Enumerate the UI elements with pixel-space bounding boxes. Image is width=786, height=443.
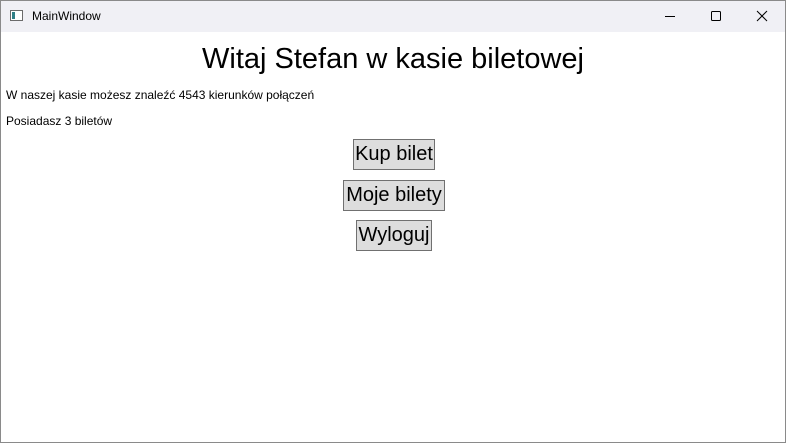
- title-bar[interactable]: MainWindow: [1, 1, 785, 32]
- tickets-info-text: Posiadasz 3 biletów: [6, 114, 113, 128]
- buy-ticket-button[interactable]: Kup bilet: [353, 139, 435, 170]
- minimize-button[interactable]: [647, 1, 693, 32]
- maximize-icon: [711, 11, 721, 21]
- logout-button[interactable]: Wyloguj: [356, 220, 432, 251]
- close-button[interactable]: [739, 1, 785, 32]
- content-area: Witaj Stefan w kasie biletowej W naszej …: [1, 32, 785, 442]
- main-window: MainWindow Witaj Stefan w kasie biletowe…: [0, 0, 786, 443]
- minimize-icon: [665, 16, 675, 17]
- close-icon: [756, 10, 768, 22]
- welcome-heading: Witaj Stefan w kasie biletowej: [202, 43, 584, 75]
- my-tickets-button[interactable]: Moje bilety: [343, 180, 445, 211]
- window-title: MainWindow: [32, 9, 101, 23]
- app-window-icon: [10, 10, 23, 21]
- maximize-button[interactable]: [693, 1, 739, 32]
- routes-info-text: W naszej kasie możesz znaleźć 4543 kieru…: [6, 88, 315, 102]
